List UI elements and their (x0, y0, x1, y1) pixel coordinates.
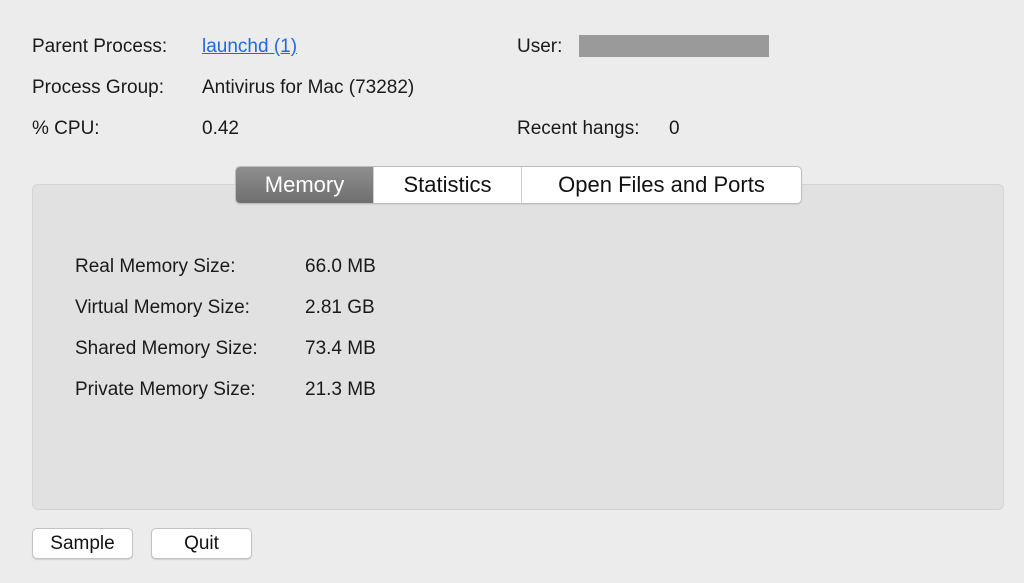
cpu-label: % CPU: (32, 118, 100, 139)
tab-statistics[interactable]: Statistics (374, 167, 522, 203)
tab-open-files-and-ports[interactable]: Open Files and Ports (522, 167, 801, 203)
parent-process-label: Parent Process: (32, 36, 168, 57)
cpu-value: 0.42 (202, 118, 239, 139)
virtual-memory-value: 2.81 GB (305, 297, 375, 318)
shared-memory-value: 73.4 MB (305, 338, 376, 359)
sample-button[interactable]: Sample (32, 528, 133, 559)
private-memory-label: Private Memory Size: (75, 379, 256, 400)
recent-hangs-value: 0 (669, 118, 680, 139)
parent-process-link[interactable]: launchd (1) (202, 35, 297, 59)
real-memory-value: 66.0 MB (305, 256, 376, 277)
tab-bar: Memory Statistics Open Files and Ports (235, 166, 802, 204)
quit-button[interactable]: Quit (151, 528, 252, 559)
real-memory-label: Real Memory Size: (75, 256, 236, 277)
tab-memory[interactable]: Memory (236, 167, 374, 203)
process-group-value: Antivirus for Mac (73282) (202, 77, 415, 98)
user-label: User: (517, 36, 563, 57)
recent-hangs-label: Recent hangs: (517, 118, 640, 139)
shared-memory-label: Shared Memory Size: (75, 338, 258, 359)
private-memory-value: 21.3 MB (305, 379, 376, 400)
process-group-label: Process Group: (32, 77, 164, 98)
virtual-memory-label: Virtual Memory Size: (75, 297, 250, 318)
user-value-redacted (579, 35, 769, 57)
